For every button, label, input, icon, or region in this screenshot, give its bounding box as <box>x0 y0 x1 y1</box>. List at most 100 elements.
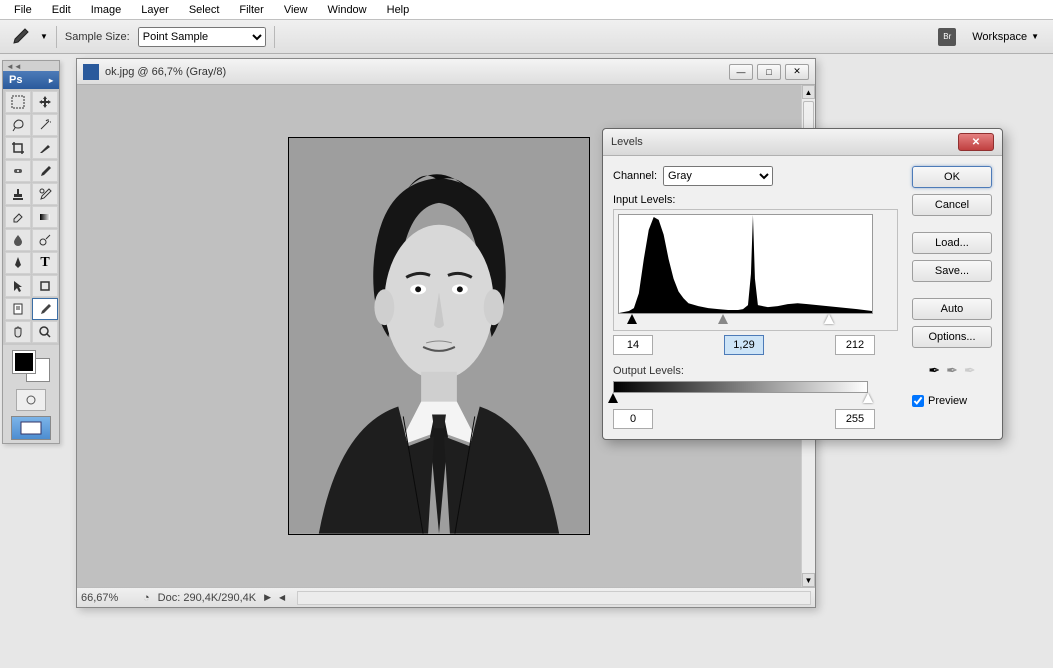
dialog-close-button[interactable]: ✕ <box>958 133 994 151</box>
marquee-tool[interactable] <box>5 91 31 113</box>
hscroll-left-icon[interactable]: ◀ <box>279 593 285 602</box>
horizontal-scrollbar[interactable] <box>297 591 811 605</box>
dodge-tool[interactable] <box>32 229 58 251</box>
scroll-up-icon[interactable]: ▲ <box>802 85 815 99</box>
workspace-button[interactable]: Workspace ▼ <box>966 29 1045 45</box>
zoom-level[interactable]: 66,67% <box>81 592 135 604</box>
white-point-slider[interactable] <box>824 314 834 324</box>
wand-tool[interactable] <box>32 114 58 136</box>
menu-layer[interactable]: Layer <box>131 2 179 18</box>
channel-select[interactable]: Gray <box>663 166 773 186</box>
chevron-right-icon[interactable]: ▶ <box>264 592 271 603</box>
photo-content <box>288 137 590 535</box>
quickmask-button[interactable] <box>16 389 46 411</box>
status-bar: 66,67% ◔ Doc: 290,4K/290,4K ▶ ◀ <box>77 587 815 607</box>
output-black-slider[interactable] <box>608 393 618 403</box>
options-button[interactable]: Options... <box>912 326 992 348</box>
minimize-button[interactable]: — <box>729 64 753 80</box>
toolbox-collapse[interactable]: ◄◄ <box>3 61 59 71</box>
input-black-field[interactable] <box>613 335 653 355</box>
crop-tool[interactable] <box>5 137 31 159</box>
path-select-tool[interactable] <box>5 275 31 297</box>
gradient-tool[interactable] <box>32 206 58 228</box>
toolbox: ◄◄ Ps ▸ T <box>2 60 60 444</box>
sample-size-select[interactable]: Point Sample <box>138 27 266 47</box>
output-sliders[interactable] <box>613 393 868 405</box>
bridge-icon[interactable]: Br <box>938 28 956 46</box>
white-eyedropper-icon[interactable]: ✒ <box>964 362 976 379</box>
shape-tool[interactable] <box>32 275 58 297</box>
chevron-down-icon[interactable]: ▼ <box>40 32 48 41</box>
output-gradient <box>613 381 868 393</box>
toolbox-menu-icon[interactable]: ▸ <box>49 76 53 85</box>
save-button[interactable]: Save... <box>912 260 992 282</box>
maximize-button[interactable]: □ <box>757 64 781 80</box>
menu-select[interactable]: Select <box>179 2 230 18</box>
app-logo: Ps <box>9 74 22 86</box>
document-titlebar[interactable]: ok.jpg @ 66,7% (Gray/8) — □ ✕ <box>77 59 815 85</box>
preview-checkbox[interactable] <box>912 395 924 407</box>
status-icon[interactable]: ◔ <box>143 592 150 604</box>
output-white-slider[interactable] <box>863 393 873 403</box>
cancel-button[interactable]: Cancel <box>912 194 992 216</box>
histogram <box>618 214 873 314</box>
separator <box>56 26 57 48</box>
dialog-title: Levels <box>611 136 958 148</box>
notes-tool[interactable] <box>5 298 31 320</box>
channel-label: Channel: <box>613 170 657 182</box>
slice-tool[interactable] <box>32 137 58 159</box>
pen-tool[interactable] <box>5 252 31 274</box>
screenmode-button[interactable] <box>11 416 51 440</box>
menu-window[interactable]: Window <box>318 2 377 18</box>
lasso-tool[interactable] <box>5 114 31 136</box>
close-button[interactable]: ✕ <box>785 64 809 80</box>
auto-button[interactable]: Auto <box>912 298 992 320</box>
eyedropper-tool[interactable] <box>32 298 58 320</box>
chevron-down-icon: ▼ <box>1031 32 1039 41</box>
menu-help[interactable]: Help <box>377 2 420 18</box>
blur-tool[interactable] <box>5 229 31 251</box>
input-levels-label: Input Levels: <box>613 194 898 206</box>
menu-image[interactable]: Image <box>81 2 132 18</box>
menubar: File Edit Image Layer Select Filter View… <box>0 0 1053 20</box>
input-sliders[interactable] <box>618 314 873 326</box>
workspace-label: Workspace <box>972 31 1027 43</box>
histogram-box <box>613 209 898 331</box>
dialog-titlebar[interactable]: Levels ✕ <box>603 129 1002 156</box>
gray-eyedropper-icon[interactable]: ✒ <box>946 362 958 379</box>
document-title: ok.jpg @ 66,7% (Gray/8) <box>105 66 723 78</box>
load-button[interactable]: Load... <box>912 232 992 254</box>
zoom-tool[interactable] <box>32 321 58 343</box>
menu-file[interactable]: File <box>4 2 42 18</box>
menu-edit[interactable]: Edit <box>42 2 81 18</box>
gamma-slider[interactable] <box>718 314 728 324</box>
input-white-field[interactable] <box>835 335 875 355</box>
color-swatches[interactable] <box>11 349 51 383</box>
brush-tool[interactable] <box>32 160 58 182</box>
black-eyedropper-icon[interactable]: ✒ <box>928 362 940 379</box>
type-tool[interactable]: T <box>32 252 58 274</box>
eyedropper-icon <box>8 25 32 49</box>
heal-tool[interactable] <box>5 160 31 182</box>
black-point-slider[interactable] <box>627 314 637 324</box>
doc-info: Doc: 290,4K/290,4K <box>158 592 256 604</box>
scroll-down-icon[interactable]: ▼ <box>802 573 815 587</box>
menu-view[interactable]: View <box>274 2 318 18</box>
move-tool[interactable] <box>32 91 58 113</box>
ok-button[interactable]: OK <box>912 166 992 188</box>
output-levels-label: Output Levels: <box>613 365 898 377</box>
output-white-field[interactable] <box>835 409 875 429</box>
stamp-tool[interactable] <box>5 183 31 205</box>
sample-size-label: Sample Size: <box>65 31 130 43</box>
preview-label: Preview <box>928 395 967 407</box>
output-black-field[interactable] <box>613 409 653 429</box>
input-gamma-field[interactable] <box>724 335 764 355</box>
hand-tool[interactable] <box>5 321 31 343</box>
separator <box>274 26 275 48</box>
toolbox-header: Ps ▸ <box>3 71 59 89</box>
menu-filter[interactable]: Filter <box>229 2 273 18</box>
eraser-tool[interactable] <box>5 206 31 228</box>
foreground-color[interactable] <box>13 351 35 373</box>
options-bar: ▼ Sample Size: Point Sample Br Workspace… <box>0 20 1053 54</box>
history-brush-tool[interactable] <box>32 183 58 205</box>
